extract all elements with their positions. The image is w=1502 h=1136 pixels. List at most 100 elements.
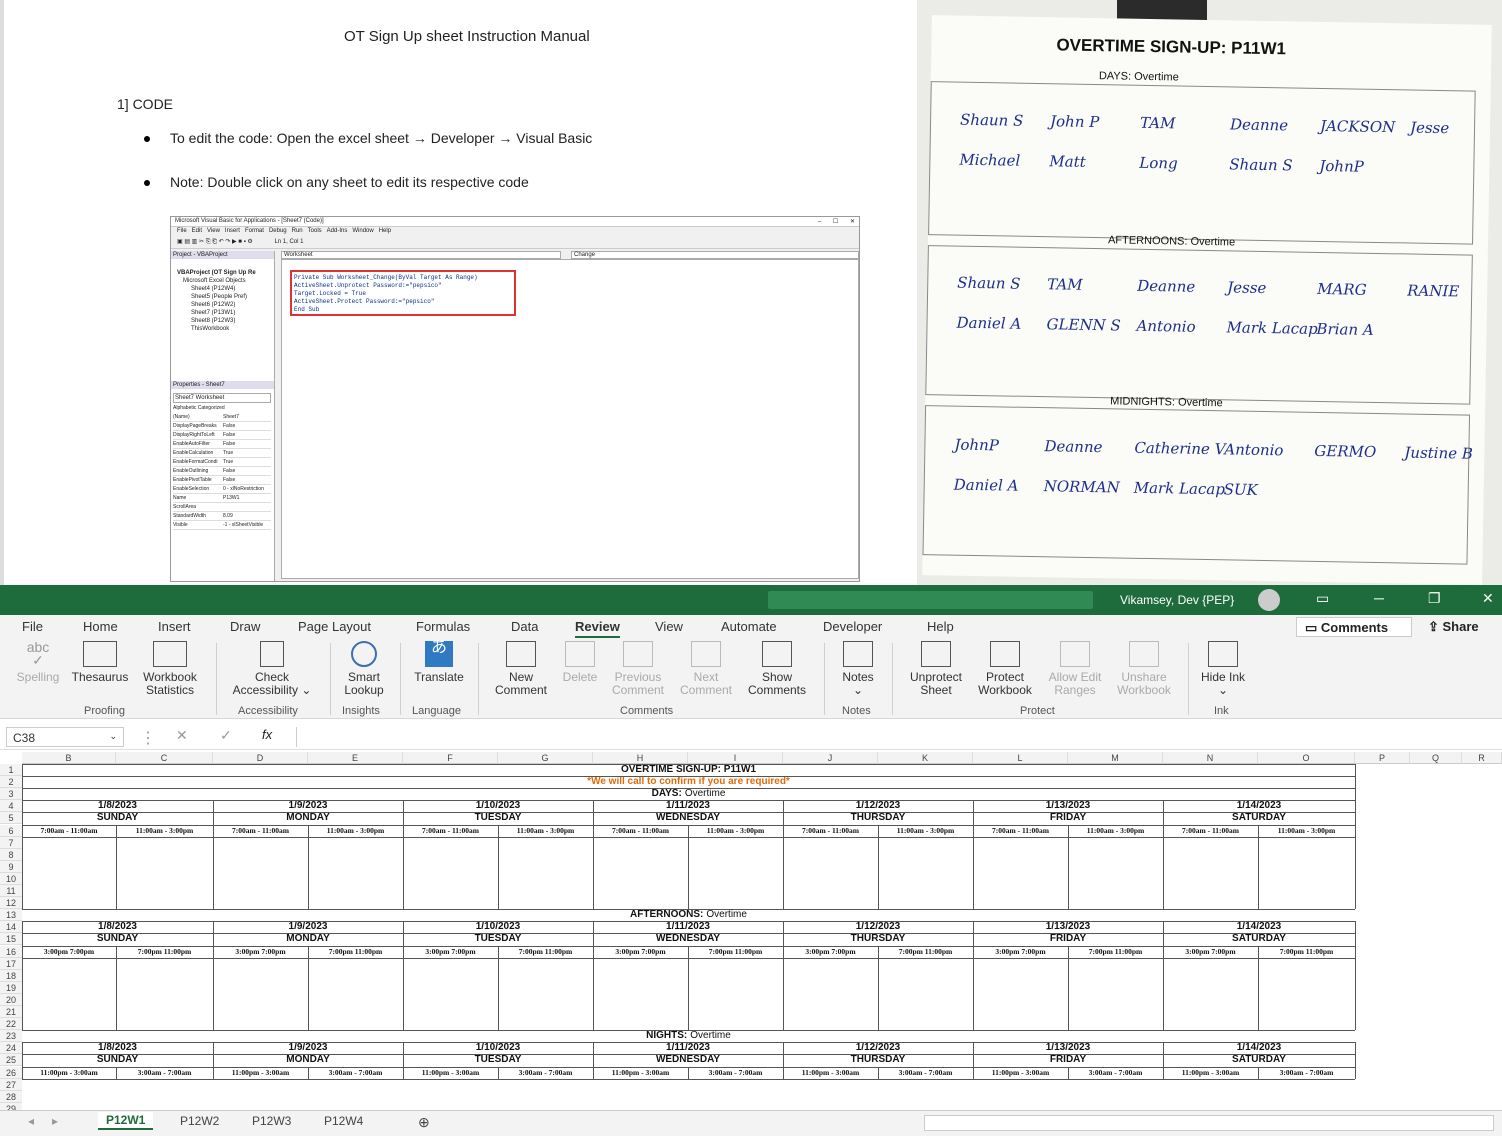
column-header[interactable]: M <box>1068 752 1163 764</box>
scroll-right-icon[interactable]: ▸ <box>52 1114 58 1128</box>
day-header: TUESDAY <box>474 812 522 824</box>
formula-input[interactable] <box>296 727 1496 747</box>
add-sheet-icon[interactable]: ⊕ <box>418 1114 430 1131</box>
cancel-icon[interactable]: ✕ <box>176 727 188 744</box>
comments-button[interactable]: ▭ Comments <box>1296 617 1412 637</box>
thesaurus-button[interactable]: Thesaurus <box>68 641 132 684</box>
enter-icon[interactable]: ✓ <box>220 727 232 744</box>
row-header[interactable]: 1 <box>0 764 22 776</box>
row-header[interactable]: 3 <box>0 788 22 801</box>
column-header[interactable]: K <box>878 752 973 764</box>
column-header[interactable]: P <box>1355 752 1410 764</box>
sheet-tab-p12w3[interactable]: P12W3 <box>252 1114 291 1128</box>
sheet-tab-p12w1[interactable]: P12W1 <box>98 1112 154 1130</box>
delete-comment-button[interactable]: Delete <box>557 641 603 684</box>
row-header[interactable]: 5 <box>0 812 22 825</box>
scroll-left-icon[interactable]: ◂ <box>28 1114 34 1128</box>
row-header[interactable]: 23 <box>0 1030 22 1043</box>
row-header[interactable]: 19 <box>0 981 22 994</box>
protect-workbook-button[interactable]: Protect Workbook <box>970 641 1040 697</box>
tab-developer[interactable]: Developer <box>823 619 882 634</box>
row-header[interactable]: 26 <box>0 1066 22 1079</box>
column-header[interactable]: F <box>403 752 498 764</box>
translate-button[interactable]: あ Translate <box>410 640 468 684</box>
column-header[interactable]: G <box>498 752 593 764</box>
tab-home[interactable]: Home <box>83 619 118 634</box>
avatar[interactable] <box>1258 589 1280 611</box>
spelling-button[interactable]: abc ✓ Spelling <box>14 640 62 684</box>
smart-lookup-button[interactable]: Smart Lookup <box>338 641 390 697</box>
column-header[interactable]: O <box>1258 752 1355 764</box>
column-header[interactable]: J <box>783 752 878 764</box>
row-header[interactable]: 16 <box>0 945 22 958</box>
row-header[interactable]: 8 <box>0 848 22 861</box>
next-comment-button[interactable]: Next Comment <box>674 641 738 697</box>
column-header[interactable]: B <box>22 752 116 764</box>
row-header[interactable]: 4 <box>0 800 22 813</box>
tab-help[interactable]: Help <box>927 619 954 634</box>
sheet-tab-p12w2[interactable]: P12W2 <box>180 1114 219 1128</box>
row-header[interactable]: 12 <box>0 897 22 910</box>
row-header[interactable]: 25 <box>0 1054 22 1067</box>
row-header[interactable]: 22 <box>0 1018 22 1031</box>
column-header[interactable]: I <box>688 752 783 764</box>
tab-view[interactable]: View <box>655 619 683 634</box>
restore-icon[interactable]: ❐ <box>1428 590 1441 607</box>
row-header[interactable]: 17 <box>0 957 22 970</box>
unshare-workbook-button[interactable]: Unshare Workbook <box>1110 641 1178 697</box>
column-header[interactable]: N <box>1163 752 1258 764</box>
column-header[interactable]: Q <box>1410 752 1462 764</box>
tab-formulas[interactable]: Formulas <box>416 619 470 634</box>
row-header[interactable]: 18 <box>0 969 22 982</box>
tab-page-layout[interactable]: Page Layout <box>298 619 371 634</box>
tab-insert[interactable]: Insert <box>158 619 191 634</box>
worksheet-grid[interactable]: B C D E F G H I J K L M N O P Q R 1 2 3 4 5 6 7 8 9 10 11 12 13 14 15 16… <box>0 752 1502 1110</box>
row-header[interactable]: 6 <box>0 824 22 837</box>
column-header[interactable]: H <box>593 752 688 764</box>
sheet-tab-p12w4[interactable]: P12W4 <box>324 1114 363 1128</box>
tab-file[interactable]: File <box>22 619 43 634</box>
tab-automate[interactable]: Automate <box>721 619 777 634</box>
tab-data[interactable]: Data <box>511 619 538 634</box>
row-header[interactable]: 11 <box>0 885 22 897</box>
row-header[interactable]: 9 <box>0 860 22 873</box>
unprotect-sheet-button[interactable]: Unprotect Sheet <box>900 641 972 697</box>
horizontal-scrollbar[interactable] <box>924 1115 1494 1131</box>
show-comments-button[interactable]: Show Comments <box>742 641 812 697</box>
share-button[interactable]: ⇪ Share <box>1420 617 1498 637</box>
column-header[interactable]: C <box>116 752 213 764</box>
name-box[interactable]: C38 ⌄ <box>6 727 124 747</box>
grid-line <box>878 1066 879 1079</box>
row-header[interactable]: 10 <box>0 872 22 885</box>
row-header[interactable]: 2 <box>0 776 22 789</box>
row-header[interactable]: 29 <box>0 1102 22 1110</box>
previous-comment-button[interactable]: Previous Comment <box>605 641 671 697</box>
column-header[interactable]: R <box>1462 752 1502 764</box>
row-header[interactable]: 21 <box>0 1006 22 1018</box>
ribbon-display-icon[interactable]: ▭ <box>1316 590 1329 607</box>
function-icon[interactable]: fx <box>262 727 272 742</box>
new-comment-button[interactable]: New Comment <box>490 641 552 697</box>
minimize-icon[interactable]: ─ <box>1374 590 1384 606</box>
column-header[interactable]: D <box>213 752 308 764</box>
close-icon[interactable]: ✕ <box>1482 590 1494 607</box>
section-label: NIGHTS: Overtime <box>22 1030 1355 1042</box>
row-header[interactable]: 15 <box>0 933 22 946</box>
row-header[interactable]: 7 <box>0 836 22 849</box>
workbook-statistics-button[interactable]: Workbook Statistics <box>136 641 204 697</box>
row-header[interactable]: 20 <box>0 993 22 1006</box>
tab-draw[interactable]: Draw <box>230 619 260 634</box>
hide-ink-button[interactable]: Hide Ink ⌄ <box>1196 641 1250 697</box>
column-header[interactable]: L <box>973 752 1068 764</box>
tab-review[interactable]: Review <box>575 619 620 638</box>
row-header[interactable]: 28 <box>0 1090 22 1103</box>
notes-button[interactable]: Notes ⌄ <box>834 641 882 697</box>
search-box[interactable] <box>768 591 1093 609</box>
check-accessibility-button[interactable]: Check Accessibility ⌄ <box>226 641 318 697</box>
row-header[interactable]: 24 <box>0 1042 22 1055</box>
row-header[interactable]: 13 <box>0 909 22 922</box>
row-header[interactable]: 14 <box>0 921 22 934</box>
column-header[interactable]: E <box>308 752 403 764</box>
allow-edit-ranges-button[interactable]: Allow Edit Ranges <box>1040 641 1110 697</box>
row-header[interactable]: 27 <box>0 1078 22 1091</box>
